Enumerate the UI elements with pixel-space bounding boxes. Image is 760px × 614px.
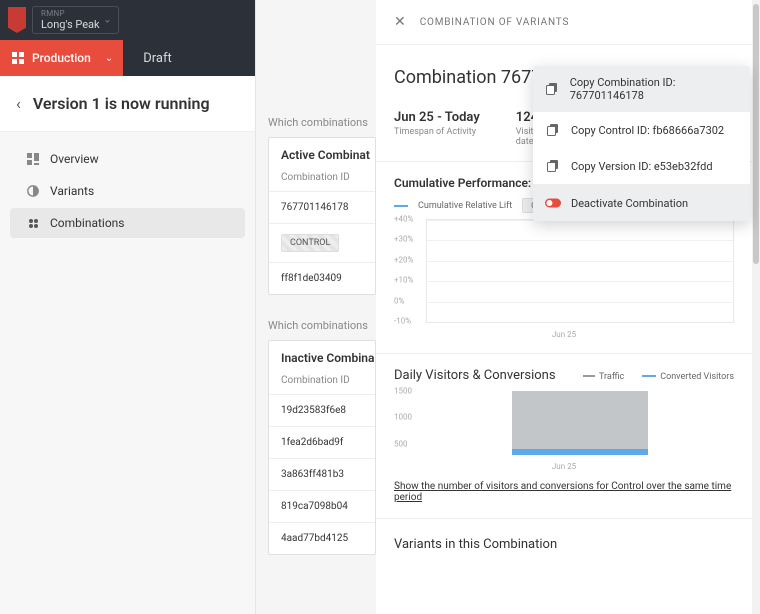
chart-title: Daily Visitors & Conversions (394, 368, 556, 383)
daily-chart-section: Daily Visitors & Conversions Traffic Con… (376, 354, 752, 519)
nav-overview[interactable]: Overview (10, 144, 245, 174)
nav-label: Variants (50, 184, 94, 198)
combination-row[interactable]: 4aad77bd4125 (269, 522, 375, 554)
nav-label: Overview (50, 152, 99, 166)
traffic-bar (512, 391, 648, 455)
plot-area (426, 391, 734, 455)
x-tick: Jun 25 (552, 462, 576, 471)
chart-legend: Traffic Converted Visitors (583, 372, 734, 382)
y-tick: +40% (394, 215, 413, 224)
nav-variants[interactable]: Variants (10, 176, 245, 206)
menu-label: Copy Combination ID: 767701146178 (570, 76, 738, 102)
project-name: Long's Peak (41, 18, 100, 31)
legend-line-icon (642, 375, 656, 377)
combination-row[interactable]: ff8f1de03409 (269, 262, 375, 294)
combination-row[interactable]: 19d23583f6e8 (269, 394, 375, 426)
copy-icon (545, 122, 561, 138)
version-title: Version 1 is now running (33, 94, 210, 113)
production-button[interactable]: Production ⌄ (0, 40, 123, 76)
x-tick: Jun 25 (552, 330, 576, 339)
project-selector[interactable]: RMNP Long's Peak ⌄ (32, 6, 119, 34)
toggle-off-icon (545, 195, 561, 211)
combination-row[interactable]: CONTROL (269, 223, 375, 262)
combination-row[interactable]: 3a863ff481b3 (269, 458, 375, 490)
variants-section-title: Variants in this Combination (376, 519, 752, 562)
control-badge: CONTROL (281, 234, 339, 252)
menu-deactivate-combination[interactable]: Deactivate Combination (533, 184, 750, 221)
plot-area (426, 219, 734, 323)
stat-timespan: Jun 25 - Today Timespan of Activity (394, 110, 480, 147)
menu-copy-version-id[interactable]: Copy Version ID: e53eb32fdd (533, 148, 750, 184)
chevron-down-icon: ⌄ (103, 15, 111, 26)
combination-row[interactable]: 1fea2d6bad9f (269, 426, 375, 458)
y-tick: 1000 (394, 413, 412, 422)
card-title: Active Combinat (269, 138, 375, 172)
menu-label: Copy Control ID: fb68666a7302 (571, 124, 724, 137)
menu-copy-control-id[interactable]: Copy Control ID: fb68666a7302 (533, 112, 750, 148)
environment-row: Production ⌄ Draft (0, 40, 255, 76)
combinations-icon (26, 216, 40, 230)
chevron-down-icon: ⌄ (105, 53, 113, 64)
production-label: Production (32, 51, 91, 65)
y-tick: 1500 (394, 387, 412, 396)
stat-label: Timespan of Activity (394, 127, 480, 137)
y-tick: +20% (394, 255, 413, 264)
detail-panel: ✕ COMBINATION OF VARIANTS Combination 76… (376, 0, 760, 614)
content-area: Which combinations Active Combinat Combi… (256, 0, 760, 614)
y-tick: +10% (394, 276, 413, 285)
context-menu: Copy Combination ID: 767701146178 Copy C… (533, 66, 750, 221)
active-combinations-card: Active Combinat Combination ID 767701146… (268, 137, 376, 295)
combination-row[interactable]: 767701146178 (269, 191, 375, 223)
stat-value: Jun 25 - Today (394, 110, 480, 125)
copy-icon (545, 158, 561, 174)
menu-copy-combination-id[interactable]: Copy Combination ID: 767701146178 (533, 66, 750, 112)
copy-icon (545, 81, 560, 97)
scrollbar[interactable] (752, 0, 760, 614)
scrollbar-thumb[interactable] (753, 4, 759, 264)
detail-header: ✕ COMBINATION OF VARIANTS (376, 0, 752, 45)
y-tick: +30% (394, 235, 413, 244)
project-label: RMNP (41, 9, 100, 18)
y-tick: 500 (394, 439, 408, 448)
legend-label: Converted Visitors (660, 372, 734, 382)
variant-icon (26, 184, 40, 198)
draft-tab[interactable]: Draft (123, 51, 172, 66)
app-root: RMNP Long's Peak ⌄ Production ⌄ Draft ‹ … (0, 0, 760, 614)
list-heading: Which combinations (256, 319, 376, 340)
version-banner: ‹ Version 1 is now running (0, 76, 255, 132)
legend-label: Traffic (599, 372, 624, 382)
y-tick: -10% (394, 317, 411, 326)
inactive-combinations-card: Inactive Combina Combination ID 19d23583… (268, 340, 376, 555)
menu-label: Copy Version ID: e53eb32fdd (571, 160, 713, 173)
topbar: RMNP Long's Peak ⌄ (0, 0, 255, 40)
logo-icon (8, 7, 26, 33)
card-title: Inactive Combina (269, 341, 375, 375)
card-subhead: Combination ID (269, 375, 375, 394)
legend-label: Cumulative Relative Lift (418, 201, 512, 211)
sidebar-nav: Overview Variants Combinations (0, 132, 255, 250)
close-icon[interactable]: ✕ (394, 14, 406, 30)
daily-chart: 1500 1000 500 Jun 25 (394, 391, 734, 471)
compare-control-link[interactable]: Show the number of visitors and conversi… (394, 481, 734, 503)
converted-bar (512, 449, 648, 455)
grid-icon (12, 52, 24, 64)
card-subhead: Combination ID (269, 172, 375, 191)
y-tick: 0% (394, 296, 404, 305)
combination-row[interactable]: 819ca7098b04 (269, 490, 375, 522)
legend-line-icon (583, 375, 595, 377)
menu-label: Deactivate Combination (571, 197, 688, 210)
breadcrumb: COMBINATION OF VARIANTS (420, 17, 570, 28)
back-icon[interactable]: ‹ (16, 94, 21, 113)
sidebar: RMNP Long's Peak ⌄ Production ⌄ Draft ‹ … (0, 0, 256, 614)
cumulative-chart: +40% +30% +20% +10% 0% -10% (394, 219, 734, 339)
nav-label: Combinations (50, 216, 125, 230)
nav-combinations[interactable]: Combinations (10, 208, 245, 238)
dashboard-icon (26, 152, 40, 166)
list-heading: Which combinations (256, 116, 376, 137)
legend-line-icon (394, 205, 408, 207)
combination-list-panel: Which combinations Active Combinat Combi… (256, 0, 376, 614)
